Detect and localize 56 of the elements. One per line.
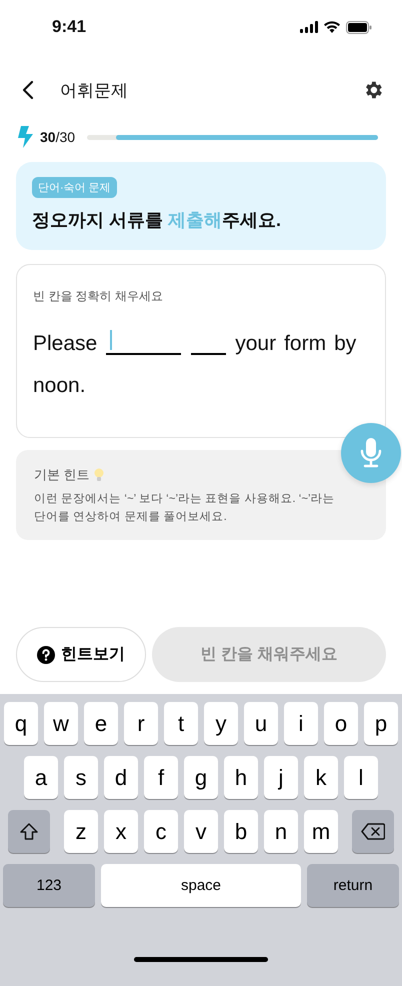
letter-key[interactable]: d (104, 756, 138, 799)
backspace-icon (361, 823, 385, 840)
wifi-icon (324, 21, 340, 33)
show-hint-button[interactable]: 힌트보기 (16, 627, 146, 682)
hint-text: 이런 문장에서는 ‘~’ 보다 ‘~’라는 표현을 사용해요. ‘~’라는 단어를 연상하여 문제를 풀어보세요. (34, 492, 336, 525)
letter-key[interactable]: n (264, 810, 298, 853)
chevron-left-icon (22, 80, 34, 100)
letter-key[interactable]: f (144, 756, 178, 799)
letter-key[interactable]: k (304, 756, 338, 799)
page-title: 어휘문제 (60, 80, 129, 102)
letter-key[interactable]: j (264, 756, 298, 799)
letter-key[interactable]: i (284, 702, 318, 745)
text-cursor (110, 330, 112, 350)
microphone-icon (360, 438, 382, 468)
letter-key[interactable]: q (4, 702, 38, 745)
battery-icon (346, 20, 372, 34)
lightbulb-icon (94, 468, 104, 482)
status-time: 9:41 (52, 17, 86, 37)
sentence-word: form (284, 331, 326, 357)
shift-icon (20, 823, 38, 840)
letter-key[interactable]: y (204, 702, 238, 745)
letter-key[interactable]: r (124, 702, 158, 745)
instruction-text: 빈 칸을 정확히 채우세요 (33, 289, 164, 303)
hint-title: 기본 힌트 (34, 466, 90, 484)
progress-count: 30/30 (40, 129, 76, 145)
space-key[interactable]: space (101, 864, 301, 907)
letter-key[interactable]: c (144, 810, 178, 853)
letter-key[interactable]: t (164, 702, 198, 745)
question-icon (37, 646, 55, 664)
letter-key[interactable]: g (184, 756, 218, 799)
numbers-key[interactable]: 123 (3, 864, 95, 907)
letter-key[interactable]: s (64, 756, 98, 799)
question-sentence: 정오까지 서류를 제출해주세요. (32, 209, 282, 232)
letter-key[interactable]: z (64, 810, 98, 853)
letter-key[interactable]: e (84, 702, 118, 745)
letter-key[interactable]: x (104, 810, 138, 853)
letter-key[interactable]: u (244, 702, 278, 745)
letter-key[interactable]: w (44, 702, 78, 745)
letter-key[interactable]: v (184, 810, 218, 853)
letter-key[interactable]: o (324, 702, 358, 745)
lightning-icon (18, 126, 34, 148)
sentence-word: your (235, 331, 276, 357)
letter-key[interactable]: h (224, 756, 258, 799)
return-key[interactable]: return (307, 864, 399, 907)
letter-key[interactable]: l (344, 756, 378, 799)
signal-icon (300, 21, 318, 33)
sentence-word: by (334, 331, 356, 357)
delete-key[interactable] (352, 810, 394, 853)
sentence-word: noon. (33, 373, 86, 399)
letter-key[interactable]: m (304, 810, 338, 853)
letter-key[interactable]: p (364, 702, 398, 745)
sentence-word: Please (33, 331, 98, 357)
letter-key[interactable]: b (224, 810, 258, 853)
category-tag: 단어·숙어 문제 (32, 177, 117, 198)
letter-key[interactable]: a (24, 756, 58, 799)
shift-key[interactable] (8, 810, 50, 853)
